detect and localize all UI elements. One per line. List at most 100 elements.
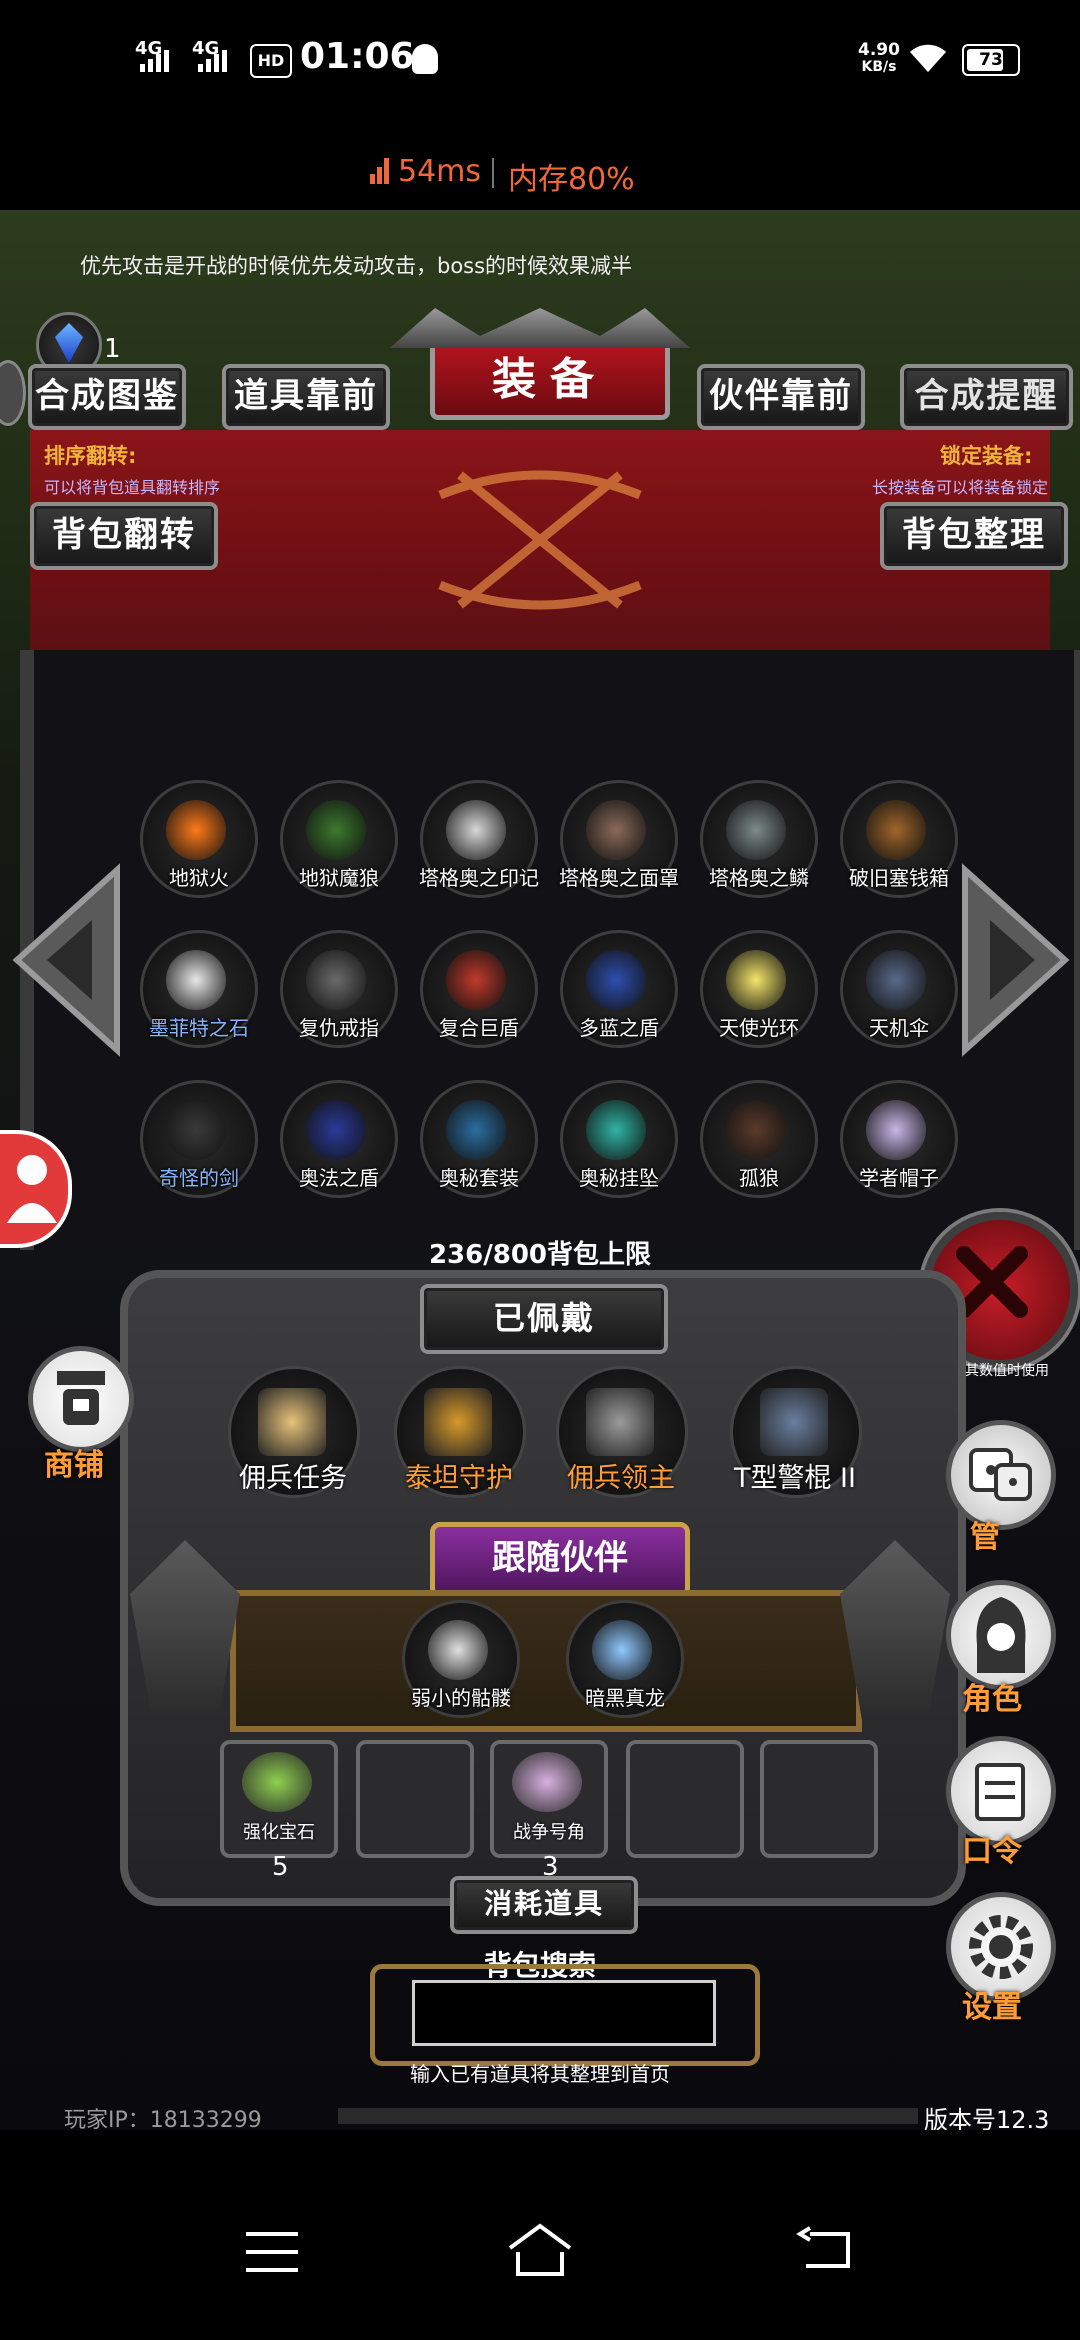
sort-flip-desc: 可以将背包道具翻转排序 (44, 478, 221, 497)
item-label: 天使光环 (719, 1016, 799, 1040)
consumable-count: 5 (272, 1852, 289, 1882)
divider (492, 158, 494, 188)
consumable-icon (512, 1752, 582, 1812)
bag-item[interactable]: 天机伞 (840, 930, 958, 1048)
battery-icon: 73 (962, 44, 1020, 76)
item-label: 地狱火 (169, 866, 229, 890)
network-speed-unit: KB/s (861, 59, 897, 75)
person-icon (7, 1155, 57, 1223)
bag-item[interactable]: 破旧塞钱箱 (840, 780, 958, 898)
equip-label: 佣兵任务 (239, 1463, 347, 1494)
settings-label: 设置 (962, 1990, 1022, 2025)
item-label: 塔格奥之印记 (419, 866, 539, 890)
bag-item[interactable]: 学者帽子 (840, 1080, 958, 1198)
equipped-item[interactable]: 泰坦守护 (394, 1366, 526, 1498)
sort-flip-title: 排序翻转: (44, 444, 137, 468)
consumable-slot[interactable]: 战争号角 (490, 1740, 608, 1858)
menu-icon[interactable] (246, 2232, 298, 2272)
equip-label: T型警棍 II (733, 1463, 856, 1494)
manage-label: 管 (970, 1520, 1000, 1555)
bag-item[interactable]: 复仇戒指 (280, 930, 398, 1048)
bag-item[interactable]: 地狱魔狼 (280, 780, 398, 898)
item-icon (306, 1100, 366, 1160)
qq-notification-icon (412, 44, 438, 74)
back-icon[interactable] (796, 2226, 852, 2274)
partner-first-button[interactable]: 伙伴靠前 (697, 364, 865, 430)
bag-item[interactable]: 奇怪的剑 (140, 1080, 258, 1198)
synth-guide-button[interactable]: 合成图鉴 (28, 364, 186, 430)
bag-item[interactable]: 塔格奥之面罩 (559, 780, 679, 898)
bag-item[interactable]: 奥秘挂坠 (560, 1080, 678, 1198)
bag-flip-button[interactable]: 背包翻转 (30, 502, 218, 570)
item-label: 天机伞 (869, 1016, 929, 1040)
bag-item[interactable]: 孤狼 (700, 1080, 818, 1198)
signal-bars-icon (140, 50, 170, 72)
companion-icon (428, 1620, 488, 1680)
item-label: 破旧塞钱箱 (849, 866, 949, 890)
companion-label: 弱小的骷髅 (411, 1686, 511, 1710)
bag-item[interactable]: 奥秘套装 (420, 1080, 538, 1198)
consumable-slot[interactable] (760, 1740, 878, 1858)
equipped-item[interactable]: 佣兵任务 (228, 1366, 360, 1498)
companion-label: 暗黑真龙 (585, 1686, 665, 1710)
network-speed: 4.90 KB/s (858, 42, 900, 76)
equip-icon (586, 1388, 654, 1456)
equipped-item[interactable]: T型警棍 II (730, 1366, 862, 1498)
bag-item[interactable]: 奥法之盾 (280, 1080, 398, 1198)
consumable-icon (242, 1752, 312, 1812)
item-label: 地狱魔狼 (299, 866, 379, 890)
equipped-title: 已佩戴 (420, 1284, 668, 1354)
shop-label: 商铺 (44, 1448, 104, 1483)
items-first-button[interactable]: 道具靠前 (222, 364, 390, 430)
bag-item[interactable]: 多蓝之盾 (560, 930, 678, 1048)
bag-item[interactable]: 塔格奥之鳞 (700, 780, 818, 898)
companion-icon (592, 1620, 652, 1680)
companion-item[interactable]: 弱小的骷髅 (402, 1600, 520, 1718)
item-icon (446, 950, 506, 1010)
consumable-label: 强化宝石 (243, 1822, 315, 1843)
item-label: 奥秘挂坠 (579, 1166, 659, 1190)
home-icon[interactable] (506, 2222, 574, 2278)
crossed-swords-emblem-icon (400, 455, 680, 625)
wifi-icon (908, 42, 948, 74)
bag-item[interactable]: 塔格奥之印记 (419, 780, 539, 898)
bag-item[interactable]: 天使光环 (700, 930, 818, 1048)
consumables-title: 消耗道具 (450, 1876, 638, 1934)
item-icon (586, 1100, 646, 1160)
signal-bars-icon (198, 50, 228, 72)
item-icon (726, 1100, 786, 1160)
clock: 01:06 (300, 36, 415, 77)
consumable-slot[interactable] (356, 1740, 474, 1858)
prev-page-arrow-icon[interactable] (12, 860, 122, 1060)
dice-button[interactable] (946, 1420, 1056, 1530)
item-label: 奇怪的剑 (159, 1166, 239, 1190)
item-icon (866, 1100, 926, 1160)
equip-icon (258, 1388, 326, 1456)
navigation-bar (0, 2130, 1080, 2340)
title-ornament-icon (390, 308, 690, 348)
companion-item[interactable]: 暗黑真龙 (566, 1600, 684, 1718)
equipped-item[interactable]: 佣兵领主 (556, 1366, 688, 1498)
equipment-title: 装备 (430, 340, 670, 420)
bag-item[interactable]: 地狱火 (140, 780, 258, 898)
bag-item[interactable]: 复合巨盾 (420, 930, 538, 1048)
item-label: 学者帽子 (859, 1166, 939, 1190)
hd-icon: HD (250, 44, 292, 78)
item-icon (166, 1100, 226, 1160)
item-label: 复合巨盾 (439, 1016, 519, 1040)
item-icon (586, 950, 646, 1010)
consumable-slot[interactable]: 强化宝石 (220, 1740, 338, 1858)
shop-button[interactable] (28, 1346, 134, 1452)
bag-capacity: 236/800背包上限 (428, 1240, 652, 1270)
shop-icon (57, 1371, 105, 1425)
consumable-slot[interactable] (626, 1740, 744, 1858)
bag-search-input[interactable] (412, 1980, 716, 2046)
footer-bar (338, 2108, 918, 2124)
performance-bar: 54ms 内存80% (0, 140, 1080, 210)
status-bar: 4G 4G HD 01:06 4.90 KB/s 73 (0, 0, 1080, 120)
bag-sort-button[interactable]: 背包整理 (880, 502, 1068, 570)
bag-item[interactable]: 墨菲特之石 (140, 930, 258, 1048)
synth-remind-button[interactable]: 合成提醒 (900, 364, 1073, 430)
item-icon (446, 1100, 506, 1160)
equip-icon (760, 1388, 828, 1456)
